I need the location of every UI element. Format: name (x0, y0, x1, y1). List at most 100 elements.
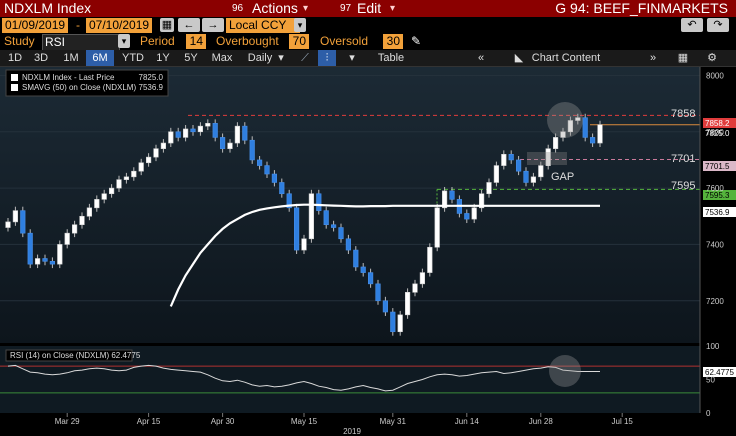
candle-body (249, 139, 255, 161)
candle-body (72, 224, 78, 234)
candle-body (553, 137, 559, 149)
date-row: 01/09/2019 - 07/10/2019 ▦ ← → Local CCY … (0, 17, 736, 33)
rsi-legend-text: RSI (14) on Close (NDXLM) 62.4775 (10, 351, 141, 360)
candle-body (153, 148, 159, 158)
overbought-label: Overbought (216, 34, 279, 48)
candle-body (5, 221, 11, 228)
chart-content-icon[interactable]: ◣ (512, 50, 526, 66)
back-arrow-button[interactable]: ← (178, 18, 200, 32)
chart-content-button[interactable]: Chart Content (530, 50, 602, 66)
x-tick-label: Mar 29 (55, 417, 80, 426)
range-ytd[interactable]: YTD (118, 50, 148, 66)
oversold-label: Oversold (320, 34, 369, 48)
frequency-select[interactable]: Daily (244, 50, 276, 66)
actions-menu[interactable]: Actions (252, 0, 298, 17)
candle-body (64, 232, 70, 245)
candle-body (57, 244, 63, 265)
legend-price-name: NDXLM Index - Last Price (22, 73, 115, 82)
line-chart-icon[interactable]: ⟋ (296, 50, 314, 66)
candle-body (197, 125, 203, 133)
actions-dropdown-icon[interactable]: ▾ (303, 0, 308, 17)
candle-body (345, 238, 351, 251)
currency-select[interactable]: Local CCY (226, 18, 300, 33)
x-tick-label: Jun 28 (529, 417, 554, 426)
calendar-icon[interactable]: ▦ (160, 18, 174, 32)
candle-body (449, 190, 455, 200)
price-tick-label: 7400 (706, 240, 724, 249)
grid-icon[interactable]: ▦ (676, 50, 690, 66)
candle-body (227, 142, 233, 149)
table-button[interactable]: Table (370, 50, 412, 66)
candle-chart-icon[interactable]: ⫶ (318, 50, 336, 66)
candle-body (79, 215, 85, 226)
price-chart[interactable]: GAP 7858 7701 7595 NDXLM Index - Last Pr… (0, 67, 736, 436)
range-6m[interactable]: 6M (86, 50, 114, 66)
candle-body (183, 128, 189, 138)
rsi-tick-label: 0 (706, 409, 711, 418)
ticker-title: NDXLM Index (4, 0, 92, 16)
collapse-icon[interactable]: « (474, 50, 488, 66)
badge-high-text: 7858.2 (705, 119, 730, 128)
edit-dropdown-icon[interactable]: ▾ (390, 0, 395, 17)
candle-body (368, 272, 374, 285)
candle-body (316, 193, 322, 211)
undo-icon[interactable]: ↶ (681, 18, 703, 32)
candle-body (331, 224, 337, 228)
x-tick-label: Apr 30 (211, 417, 235, 426)
range-1y[interactable]: 1Y (152, 50, 174, 66)
pencil-icon[interactable]: ✎ (411, 34, 421, 49)
candle-body (294, 207, 300, 251)
expand-icon[interactable]: » (646, 50, 660, 66)
study-dropdown-icon[interactable]: ▾ (118, 34, 130, 48)
frequency-dropdown-icon[interactable]: ▾ (276, 50, 286, 66)
range-1d[interactable]: 1D (4, 50, 26, 66)
range-1m[interactable]: 1M (58, 50, 84, 66)
candle-body (175, 131, 181, 138)
candle-body (234, 125, 240, 144)
range-max[interactable]: Max (208, 50, 236, 66)
forward-arrow-button[interactable]: → (202, 18, 224, 32)
candle-body (271, 173, 277, 183)
start-date-field[interactable]: 01/09/2019 (2, 18, 69, 33)
candle-body (138, 162, 144, 172)
candle-body (508, 154, 514, 161)
study-label: Study (4, 34, 35, 48)
settings-gear-icon[interactable]: ⚙ (704, 50, 720, 66)
chart-type-dropdown-icon[interactable]: ▾ (346, 50, 358, 66)
redo-icon[interactable]: ↷ (707, 18, 729, 32)
x-tick-label: Jun 14 (455, 417, 480, 426)
price-tick-label: 8000 (706, 71, 724, 80)
period-field[interactable]: 14 (186, 34, 206, 49)
period-label: Period (140, 34, 175, 48)
actions-number: 96 (232, 3, 244, 14)
currency-dropdown-icon[interactable]: ▾ (294, 18, 306, 32)
candle-body (486, 182, 492, 195)
candle-body (264, 165, 270, 175)
overbought-field[interactable]: 70 (289, 34, 309, 49)
study-row: Study RSI ▾ Period 14 Overbought 70 Over… (0, 33, 736, 51)
range-3d[interactable]: 3D (30, 50, 52, 66)
candle-body (101, 193, 107, 200)
legend-sma-value: 7536.9 (139, 83, 164, 92)
gap-label: GAP (551, 171, 574, 183)
candle-body (412, 283, 418, 293)
candle-body (27, 232, 33, 265)
candle-body (397, 314, 403, 333)
legend-sma-name: SMAVG (50) on Close (NDXLM) (22, 83, 136, 92)
candle-body (160, 142, 166, 149)
candle-body (338, 227, 344, 240)
oversold-field[interactable]: 30 (383, 34, 403, 49)
badge-mid-text: 7701.5 (705, 162, 730, 171)
end-date-field[interactable]: 07/10/2019 (86, 18, 153, 33)
edit-menu[interactable]: Edit (357, 0, 381, 17)
candle-body (405, 292, 411, 316)
study-select[interactable]: RSI (42, 34, 120, 51)
candle-body (146, 156, 152, 164)
range-5y[interactable]: 5Y (180, 50, 202, 66)
level-7701-label: 7701 (671, 153, 695, 165)
candle-body (212, 123, 218, 138)
candle-body (382, 300, 388, 313)
candle-body (501, 154, 507, 166)
candle-body (109, 187, 115, 195)
level-7858-label: 7858 (671, 108, 695, 120)
